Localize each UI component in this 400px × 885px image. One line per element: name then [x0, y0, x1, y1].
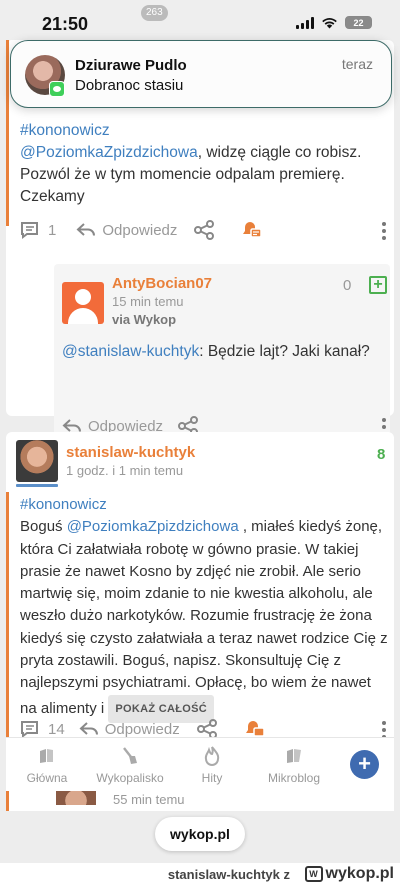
- reply-arrow-icon: [76, 223, 96, 236]
- vote-count: 8: [377, 446, 386, 463]
- nav-item-hity[interactable]: Hity: [172, 738, 252, 792]
- entry-username[interactable]: stanislaw-kuchtyk: [66, 444, 195, 461]
- share-icon: [196, 719, 217, 739]
- entry-accent: [6, 40, 9, 226]
- notify-button[interactable]: [241, 220, 263, 240]
- notification-banner[interactable]: Dziurawe Pudlo Dobranoc stasiu teraz: [10, 40, 392, 108]
- entry-actions: 1 Odpowiedz: [20, 220, 263, 240]
- status-icons: 22: [296, 16, 372, 29]
- nav-item-mikroblog[interactable]: Mikroblog: [254, 738, 334, 792]
- plus-icon: +: [358, 751, 371, 776]
- comment-count: 14: [48, 720, 65, 738]
- entry-accent: [6, 791, 9, 811]
- tag-link[interactable]: #kononowicz: [20, 122, 110, 139]
- entry-text: , widzę ciągle co robisz.: [197, 144, 362, 161]
- share-button[interactable]: [193, 220, 215, 240]
- nav-item-wykopalisko[interactable]: Wykopalisko: [90, 738, 170, 792]
- entry-text: pryta zostawili. Boguś, napisz. Skonsult…: [20, 652, 341, 670]
- browser-url-pill[interactable]: wykop.pl: [155, 817, 245, 851]
- nav-label: Hity: [201, 771, 223, 785]
- comment-username[interactable]: AntyBocian07: [112, 275, 212, 292]
- comment-count: 1: [48, 221, 57, 239]
- avatar-underline: [16, 484, 58, 487]
- entry-body: #kononowicz Boguś @PoziomkaZpizdzichowa …: [20, 494, 392, 723]
- entry-card: stanislaw-kuchtyk 1 godz. i 1 min temu 8…: [6, 432, 394, 762]
- comments-button[interactable]: 14: [20, 720, 65, 738]
- comment-time: 15 min temu: [112, 294, 184, 309]
- entry-text: Czekamy: [20, 188, 85, 205]
- wifi-icon: [321, 17, 338, 29]
- footer-username: stanislaw-kuchtyk z: [167, 867, 290, 882]
- entry-time: 1 godz. i 1 min temu: [66, 463, 184, 478]
- reply-arrow-icon: [79, 722, 98, 735]
- mention-link[interactable]: @stanislaw-kuchtyk: [62, 343, 199, 360]
- reply-button[interactable]: Odpowiedz: [79, 721, 180, 738]
- entry-text: która Ci załatwiała robotę w gówno prasi…: [20, 540, 359, 558]
- nav-label: Główna: [26, 771, 68, 785]
- bell-icon: [245, 721, 265, 737]
- wykopalisko-badge: 263: [141, 5, 168, 21]
- signal-icon: [296, 16, 314, 29]
- plus-vote-icon[interactable]: +: [369, 276, 387, 294]
- notification-time: teraz: [341, 56, 373, 72]
- entry-text: weszło dużo narkotyków. Rozumie frustrac…: [20, 607, 372, 625]
- bell-icon: [243, 222, 263, 238]
- entry-text: najlepszymi psychiatrami. Opłacę, bo wie…: [20, 674, 371, 692]
- shovel-icon: [123, 747, 137, 764]
- comment-icon: [21, 721, 38, 738]
- comments-button[interactable]: 1: [20, 221, 56, 239]
- entry-text: kiedyś się czysto załatwiała a teraz naw…: [20, 629, 388, 647]
- nav-label: Mikroblog: [267, 771, 321, 785]
- footer: stanislaw-kuchtyk z Wwykop.pl: [0, 863, 400, 885]
- comment-source: via Wykop: [112, 312, 177, 327]
- mention-link[interactable]: @PoziomkaZpizdzichowa: [67, 518, 239, 535]
- flame-icon: [204, 746, 220, 766]
- default-avatar-icon[interactable]: [62, 282, 104, 324]
- comment-body: @stanislaw-kuchtyk: Będzie lajt? Jaki ka…: [62, 341, 382, 363]
- reply-label: Odpowiedz: [104, 720, 180, 738]
- entry-text: martwię się, moim zdanie to nie kwestia …: [20, 585, 373, 603]
- home-icon: [40, 749, 53, 763]
- battery-icon: 22: [345, 16, 372, 29]
- notification-message: Dobranoc stasiu: [75, 77, 184, 94]
- entry-text: Boguś: [20, 518, 67, 536]
- reply-button[interactable]: Odpowiedz: [76, 222, 177, 239]
- next-entry-peek: 55 min temu: [6, 791, 394, 811]
- entry-time: 55 min temu: [113, 792, 185, 807]
- avatar[interactable]: [16, 440, 58, 482]
- mention-link[interactable]: @PoziomkaZpizdzichowa: [20, 144, 198, 161]
- notification-sender: Dziurawe Pudlo: [75, 57, 187, 74]
- entry-text: na alimenty i: [20, 699, 105, 717]
- more-options-icon[interactable]: [382, 222, 386, 240]
- wykop-logo: Wwykop.pl: [304, 865, 394, 883]
- share-icon: [194, 220, 215, 240]
- entry-text: , miałeś kiedyś żonę,: [238, 518, 383, 536]
- avatar[interactable]: [56, 791, 96, 805]
- reply-label: Odpowiedz: [102, 221, 178, 239]
- share-button[interactable]: [196, 719, 218, 739]
- comment-text: : Będzie lajt? Jaki kanał?: [199, 343, 370, 360]
- entry-body: #kononowicz @PoziomkaZpizdzichowa, widzę…: [20, 120, 380, 208]
- bottom-navigation: Główna Wykopalisko Hity Mikroblog +: [6, 737, 394, 791]
- vote-count: 0: [343, 277, 352, 294]
- notify-button[interactable]: [244, 719, 266, 739]
- entry-actions: 14 Odpowiedz: [20, 719, 266, 739]
- add-button[interactable]: +: [350, 750, 379, 779]
- nav-label: Wykopalisko: [96, 771, 164, 785]
- nav-item-glowna[interactable]: Główna: [7, 738, 87, 792]
- comment-card: AntyBocian07 15 min temu via Wykop 0 + @…: [54, 264, 390, 446]
- status-time: 21:50: [42, 14, 89, 34]
- entry-accent: [6, 492, 9, 762]
- mikroblog-icon: [287, 749, 301, 763]
- entry-text: Pozwól że w tym momencie odpalam premier…: [20, 166, 345, 183]
- tag-link[interactable]: #kononowicz: [20, 496, 107, 513]
- comment-icon: [21, 222, 38, 239]
- entry-text: prasie że nawet Kosno by zdjęć nie zrobi…: [20, 562, 362, 580]
- messages-icon: [49, 81, 65, 97]
